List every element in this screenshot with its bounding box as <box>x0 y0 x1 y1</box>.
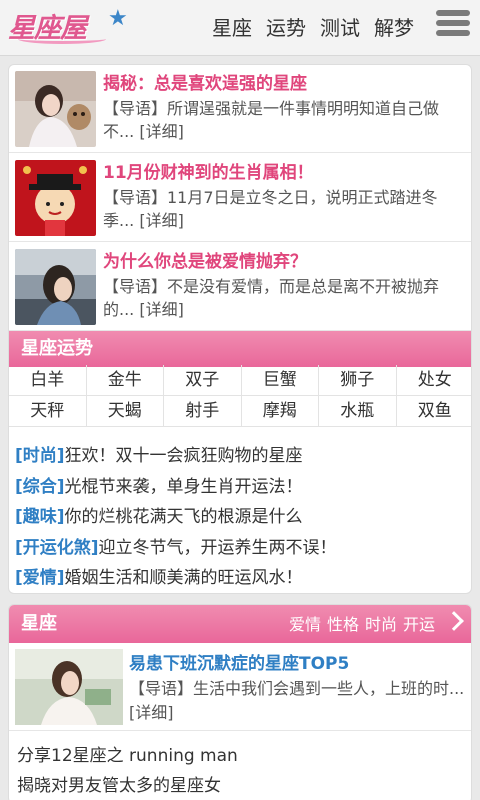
constellation-card: 星座 爱情 性格 时尚 开运 易患下班沉默症的星座TOP5 【导语】生活中我们会… <box>8 604 472 800</box>
detail-link[interactable]: [详细] <box>129 703 174 722</box>
zodiac-libra[interactable]: 天秤 <box>9 396 87 426</box>
article-item[interactable]: 11月份财神到的生肖属相！ 【导语】11月7日是立冬之日，说明正式踏进冬季...… <box>9 154 471 242</box>
app-header: 星座屋 ★ 星座 运势 测试 解梦 <box>0 0 480 56</box>
zodiac-aries[interactable]: 白羊 <box>9 365 87 395</box>
article-item[interactable]: 揭秘：总是喜欢逞强的星座 【导语】所谓逞强就是一件事情明明知道自己做不... [… <box>9 65 471 153</box>
news-text[interactable]: 光棍节来袭，单身生肖开运法！ <box>65 477 303 497</box>
news-text[interactable]: 迎立冬节气，开运养生两不误！ <box>99 538 337 558</box>
article-title[interactable]: 揭秘：总是喜欢逞强的星座 <box>103 69 307 94</box>
article-title[interactable]: 易患下班沉默症的星座TOP5 <box>129 649 349 674</box>
news-item[interactable]: [开运化煞]迎立冬节气，开运养生两不误！ <box>15 533 471 564</box>
zodiac-row: 天秤 天蝎 射手 摩羯 水瓶 双鱼 <box>9 396 472 427</box>
zodiac-pisces[interactable]: 双鱼 <box>397 396 472 426</box>
link-personality[interactable]: 性格 <box>327 605 359 645</box>
article-intro: 【导语】所谓逞强就是一件事情明明知道自己做不... [详细] <box>103 97 467 143</box>
news-item[interactable]: [趣味]你的烂桃花满天飞的根源是什么 <box>15 502 471 533</box>
article-title[interactable]: 为什么你总是被爱情抛弃？ <box>103 247 307 272</box>
zodiac-cancer[interactable]: 巨蟹 <box>242 365 319 395</box>
zodiac-scorpio[interactable]: 天蝎 <box>87 396 164 426</box>
zodiac-leo[interactable]: 狮子 <box>319 365 397 395</box>
zodiac-row: 白羊 金牛 双子 巨蟹 狮子 处女 <box>9 365 472 396</box>
zodiac-capricorn[interactable]: 摩羯 <box>242 396 319 426</box>
zodiac-aquarius[interactable]: 水瓶 <box>319 396 397 426</box>
news-text[interactable]: 婚姻生活和顺美满的旺运风水！ <box>65 568 303 588</box>
news-tag[interactable]: [趣味] <box>15 507 65 527</box>
nav-item-test[interactable]: 测试 <box>320 12 360 41</box>
zodiac-gemini[interactable]: 双子 <box>164 365 242 395</box>
site-logo[interactable]: 星座屋 ★ <box>8 4 128 50</box>
news-item[interactable]: [综合]光棍节来袭，单身生肖开运法！ <box>15 472 471 503</box>
constellation-section-header[interactable]: 星座 爱情 性格 时尚 开运 <box>9 605 471 645</box>
news-tag[interactable]: [爱情] <box>15 568 65 588</box>
article-item[interactable]: 为什么你总是被爱情抛弃？ 【导语】不是没有爱情，而是总是离不开被抛弃的... [… <box>9 243 471 331</box>
detail-link[interactable]: [详细] <box>139 300 184 319</box>
news-item[interactable]: [爱情]婚姻生活和顺美满的旺运风水！ <box>15 563 471 593</box>
detail-link[interactable]: [详细] <box>139 211 184 230</box>
detail-link[interactable]: [详细] <box>139 122 184 141</box>
article-thumbnail[interactable] <box>15 71 96 147</box>
fortune-section-header[interactable]: 星座运势 <box>9 331 471 367</box>
list-item[interactable]: 揭晓对男友管太多的星座女 <box>17 771 221 796</box>
section-title[interactable]: 星座 <box>21 605 57 643</box>
zodiac-taurus[interactable]: 金牛 <box>87 365 164 395</box>
list-item[interactable]: 分享12星座之 running man <box>17 741 238 766</box>
article-intro: 【导语】11月7日是立冬之日，说明正式踏进冬季... [详细] <box>103 186 467 232</box>
news-item[interactable]: [时尚]狂欢！双十一会疯狂购物的星座 <box>15 441 471 472</box>
article-thumbnail[interactable] <box>15 160 96 236</box>
news-tag[interactable]: [时尚] <box>15 446 65 466</box>
main-card: 揭秘：总是喜欢逞强的星座 【导语】所谓逞强就是一件事情明明知道自己做不... [… <box>8 64 472 594</box>
section-links: 爱情 性格 时尚 开运 <box>289 605 435 645</box>
zodiac-sagittarius[interactable]: 射手 <box>164 396 242 426</box>
link-fashion[interactable]: 时尚 <box>365 605 397 645</box>
news-text[interactable]: 狂欢！双十一会疯狂购物的星座 <box>65 446 303 466</box>
menu-icon[interactable] <box>436 10 470 42</box>
link-luck[interactable]: 开运 <box>403 605 435 645</box>
article-thumbnail[interactable] <box>15 249 96 325</box>
article-intro: 【导语】不是没有爱情，而是总是离不开被抛弃的... [详细] <box>103 275 467 321</box>
top-nav: 星座 运势 测试 解梦 <box>212 12 414 41</box>
link-love[interactable]: 爱情 <box>289 605 321 645</box>
zodiac-virgo[interactable]: 处女 <box>397 365 472 395</box>
nav-item-constellation[interactable]: 星座 <box>212 12 252 41</box>
news-tag[interactable]: [开运化煞] <box>15 538 99 558</box>
news-text[interactable]: 你的烂桃花满天飞的根源是什么 <box>65 507 303 527</box>
nav-item-fortune[interactable]: 运势 <box>266 12 306 41</box>
chevron-right-icon[interactable] <box>444 611 464 631</box>
article-thumbnail[interactable] <box>15 649 123 725</box>
article-intro-text: 【导语】生活中我们会遇到一些人，上班的时... <box>129 679 465 698</box>
news-tag[interactable]: [综合] <box>15 477 65 497</box>
feature-article[interactable]: 易患下班沉默症的星座TOP5 【导语】生活中我们会遇到一些人，上班的时... [… <box>9 647 471 731</box>
news-list: [时尚]狂欢！双十一会疯狂购物的星座 [综合]光棍节来袭，单身生肖开运法！ [趣… <box>15 441 471 593</box>
star-icon: ★ <box>108 6 128 31</box>
article-intro: 【导语】生活中我们会遇到一些人，上班的时... [详细] <box>129 677 467 725</box>
zodiac-grid: 白羊 金牛 双子 巨蟹 狮子 处女 天秤 天蝎 射手 摩羯 水瓶 双鱼 <box>9 365 472 427</box>
article-title[interactable]: 11月份财神到的生肖属相！ <box>103 158 314 183</box>
nav-item-dream[interactable]: 解梦 <box>374 12 414 41</box>
logo-swoosh <box>18 34 106 44</box>
